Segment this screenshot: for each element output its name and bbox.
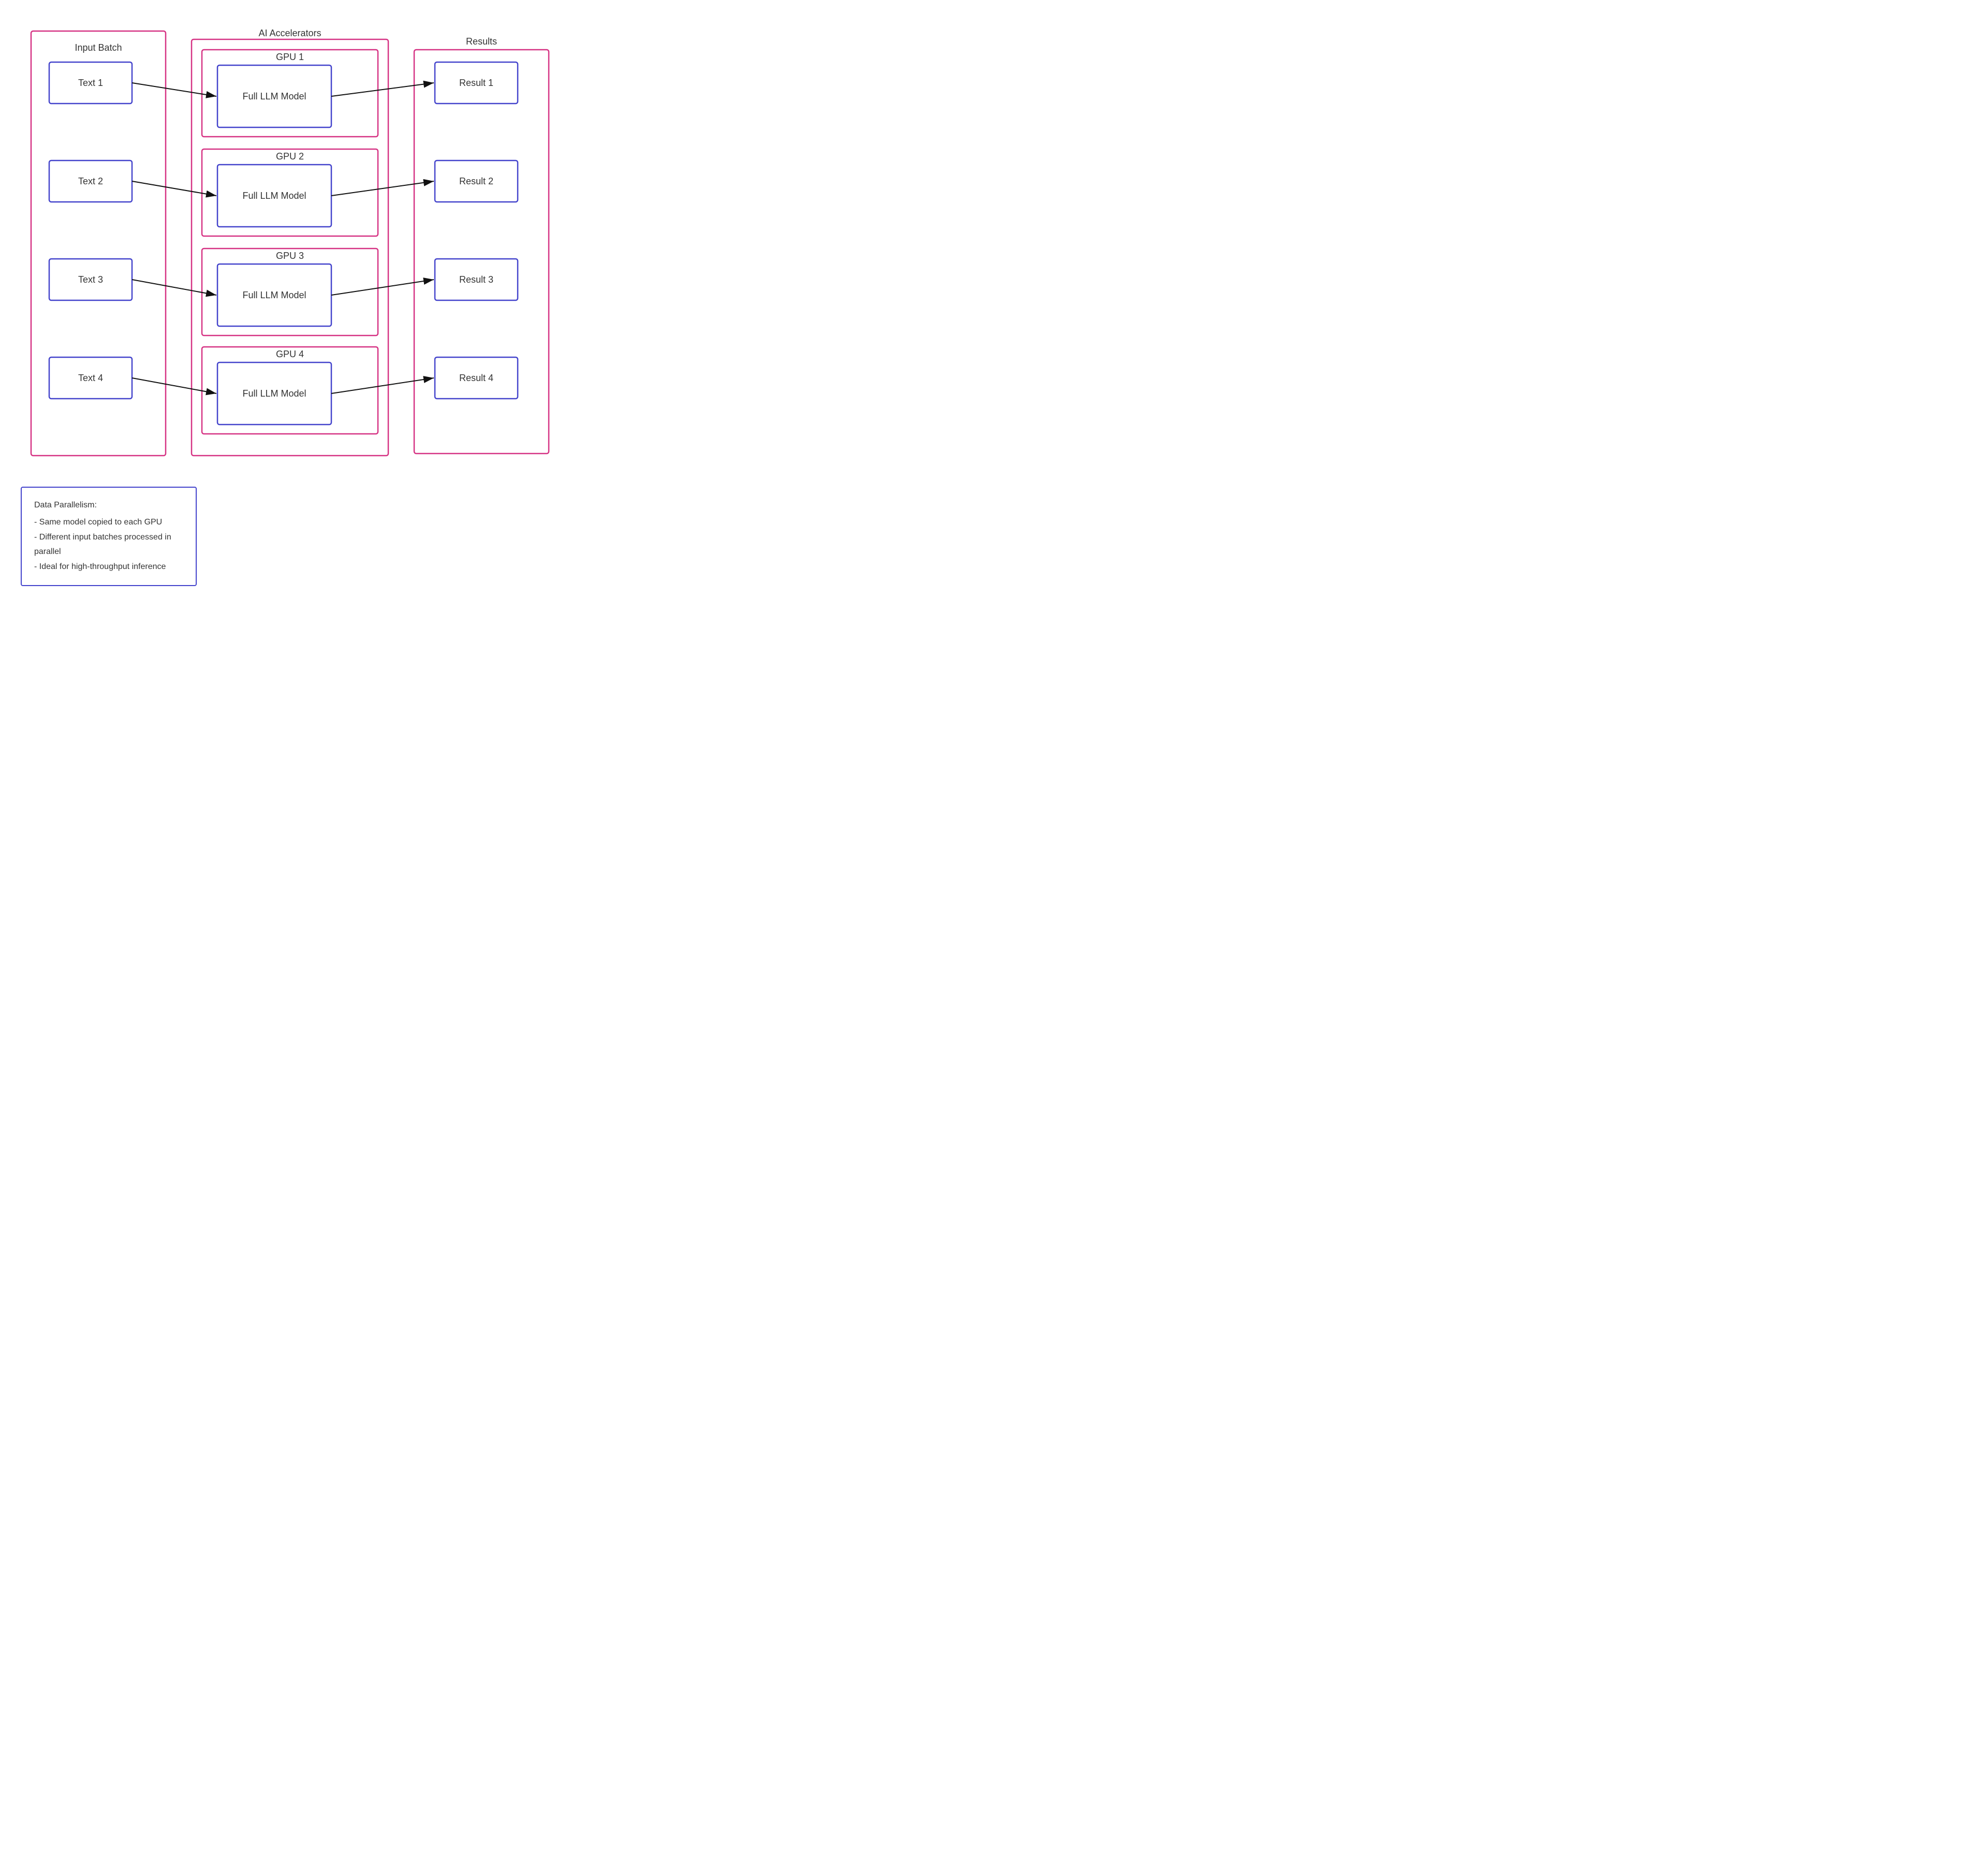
legend-line1: - Same model copied to each GPU bbox=[34, 515, 183, 530]
gpu1-label: GPU 1 bbox=[276, 52, 304, 62]
result1-label: Result 1 bbox=[459, 78, 493, 88]
gpu2-label: GPU 2 bbox=[276, 151, 304, 162]
results-label: Results bbox=[466, 36, 497, 47]
gpu4-model-label: Full LLM Model bbox=[242, 388, 306, 399]
text4-label: Text 4 bbox=[78, 373, 103, 383]
gpu3-model-label: Full LLM Model bbox=[242, 290, 306, 300]
legend-box: Data Parallelism: - Same model copied to… bbox=[21, 487, 197, 586]
text3-label: Text 3 bbox=[78, 274, 103, 285]
ai-accelerators-label: AI Accelerators bbox=[258, 28, 321, 38]
gpu1-model-label: Full LLM Model bbox=[242, 91, 306, 101]
input-batch-label: Input Batch bbox=[75, 42, 122, 53]
text2-label: Text 2 bbox=[78, 176, 103, 186]
result2-label: Result 2 bbox=[459, 176, 493, 186]
result3-label: Result 3 bbox=[459, 274, 493, 285]
gpu4-label: GPU 4 bbox=[276, 349, 304, 359]
diagram-section: Input Batch Text 1 Text 2 Text 3 Text 4 … bbox=[21, 21, 1967, 466]
legend-title: Data Parallelism: bbox=[34, 498, 183, 513]
text1-label: Text 1 bbox=[78, 78, 103, 88]
diagram-svg: Input Batch Text 1 Text 2 Text 3 Text 4 … bbox=[21, 21, 569, 466]
legend-line3: - Ideal for high-throughput inference bbox=[34, 560, 183, 575]
result4-label: Result 4 bbox=[459, 373, 493, 383]
gpu2-model-label: Full LLM Model bbox=[242, 191, 306, 201]
gpu3-label: GPU 3 bbox=[276, 251, 304, 261]
main-container: Input Batch Text 1 Text 2 Text 3 Text 4 … bbox=[21, 21, 1967, 586]
legend-line2: - Different input batches processed in p… bbox=[34, 530, 183, 560]
